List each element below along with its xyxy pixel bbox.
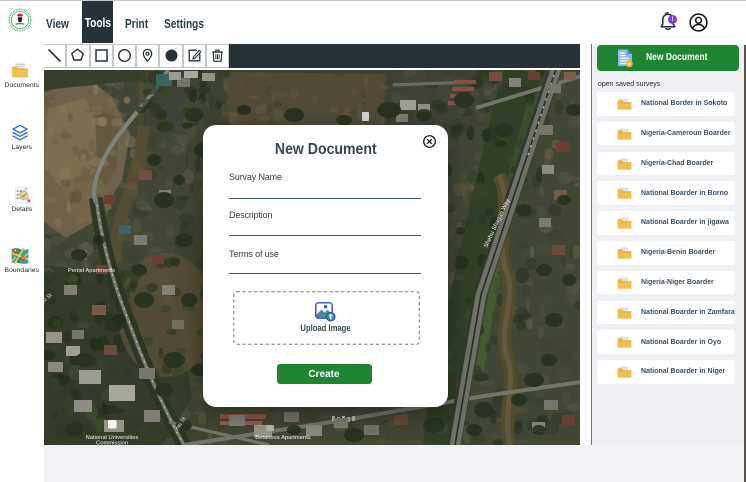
svg-text:Peniel Apartments: Peniel Apartments xyxy=(68,268,115,274)
svg-text:Betanova Apartments: Betanova Apartments xyxy=(255,435,311,441)
